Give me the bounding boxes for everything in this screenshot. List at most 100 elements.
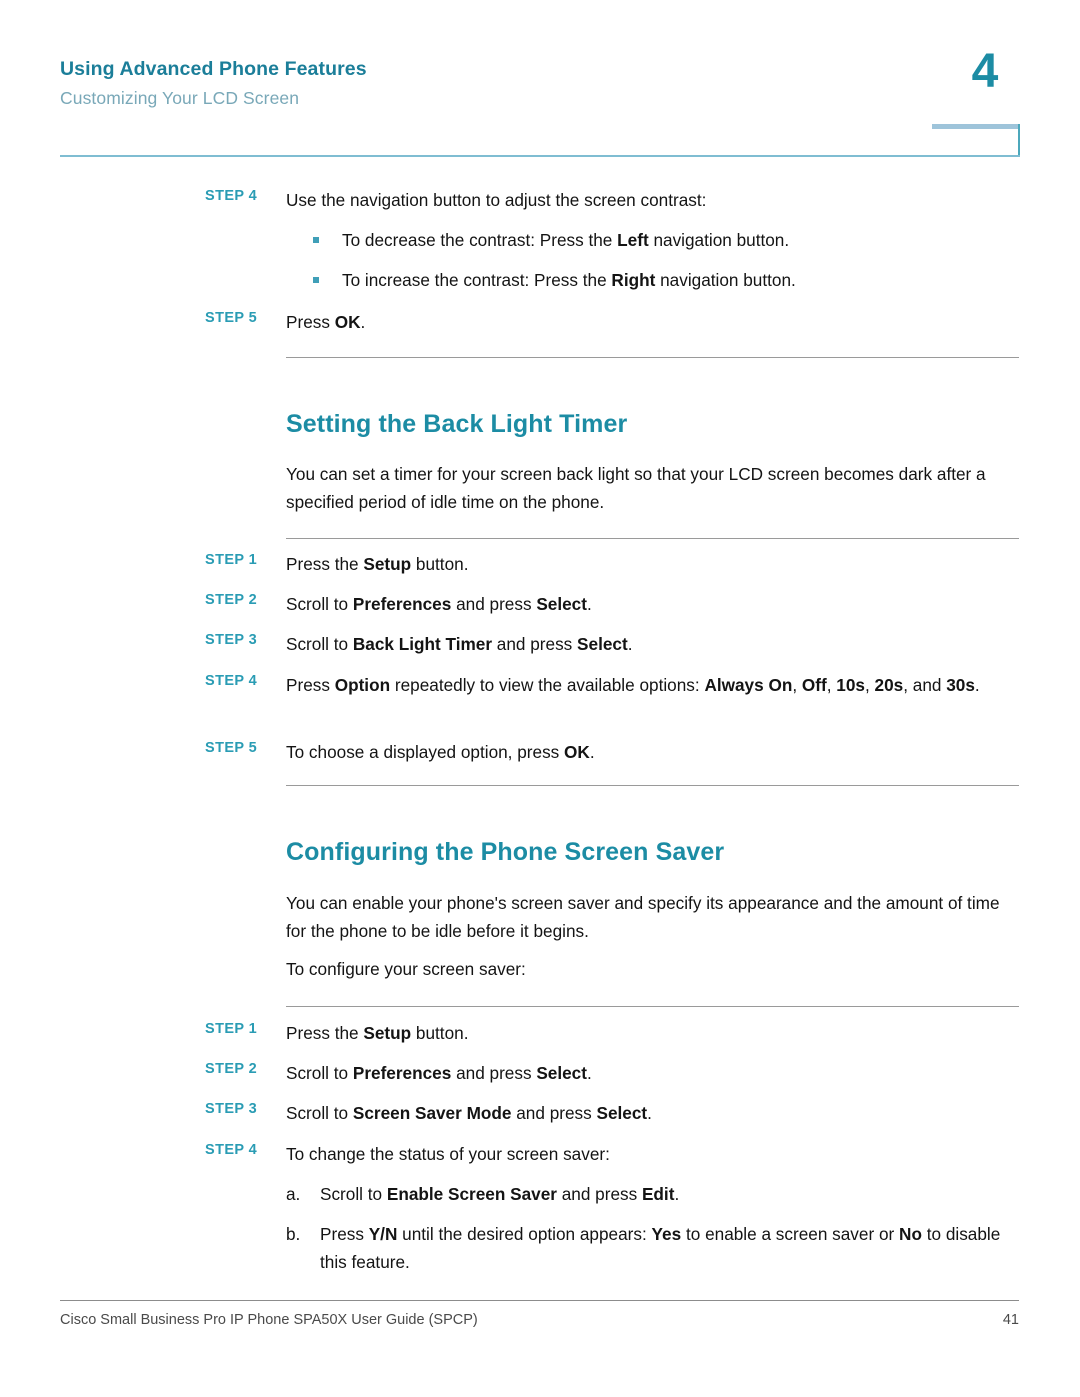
section-heading: Configuring the Phone Screen Saver <box>286 838 725 866</box>
step-text: Use the navigation button to adjust the … <box>286 186 1019 214</box>
section-divider <box>286 357 1019 358</box>
text-run-bold: Right <box>611 270 656 290</box>
step-label: STEP 5 <box>205 740 258 756</box>
text-run: To change the status of your screen save… <box>286 1144 610 1164</box>
footer-divider <box>60 1300 1019 1301</box>
text-run-bold: Yes <box>651 1224 682 1244</box>
list-item-text: Press Y/N until the desired option appea… <box>320 1220 1019 1276</box>
square-bullet-icon <box>313 277 319 283</box>
section-intro-paragraph: You can enable your phone's screen saver… <box>286 893 1000 941</box>
text-run: , <box>826 675 837 695</box>
text-run: Scroll to <box>286 1103 353 1123</box>
text-run: to enable a screen saver or <box>681 1224 900 1244</box>
text-run: To increase the contrast: Press the <box>342 270 612 290</box>
text-run: Scroll to <box>286 1063 353 1083</box>
text-run-bold: Select <box>577 634 628 654</box>
text-run-bold: Left <box>617 230 649 250</box>
text-run-bold: 30s <box>946 675 975 695</box>
text-run-bold: Preferences <box>352 594 452 614</box>
text-run-bold: OK <box>334 312 361 332</box>
text-run: . <box>360 312 366 332</box>
text-run: and press <box>556 1184 642 1204</box>
text-run-bold: No <box>899 1224 922 1244</box>
step-text: Press the Setup button. <box>286 550 1019 578</box>
header-vertical-rule <box>1018 124 1020 157</box>
text-run-bold: Select <box>536 1063 587 1083</box>
text-run-bold: Enable Screen Saver <box>386 1184 557 1204</box>
text-run: navigation button. <box>655 270 796 290</box>
square-bullet-icon <box>313 237 319 243</box>
step-label: STEP 2 <box>205 592 258 608</box>
text-run: . <box>586 594 592 614</box>
text-run-bold: Screen Saver Mode <box>352 1103 512 1123</box>
text-run: Scroll to <box>286 634 353 654</box>
text-run: . <box>627 634 633 654</box>
text-run: button. <box>411 1023 469 1043</box>
text-run: navigation button. <box>648 230 790 250</box>
text-run-bold: 20s <box>874 675 904 695</box>
text-run: and press <box>492 634 578 654</box>
text-run: and press <box>451 1063 537 1083</box>
step-label: STEP 1 <box>205 1021 258 1037</box>
text-run: Press the <box>286 554 364 574</box>
footer-page-number: 41 <box>1002 1312 1019 1328</box>
section-divider <box>286 538 1019 539</box>
list-item-text: Scroll to Enable Screen Saver and press … <box>320 1180 1019 1208</box>
step-text: Scroll to Preferences and press Select. <box>286 590 1019 618</box>
text-run: Press <box>320 1224 369 1244</box>
text-run: , <box>792 675 802 695</box>
text-run: Press the <box>286 1023 364 1043</box>
text-run: Scroll to <box>286 594 353 614</box>
step-text: Press OK. <box>286 308 1019 336</box>
step-label: STEP 2 <box>205 1061 258 1077</box>
text-run-bold: Setup <box>363 554 412 574</box>
page-header: Using Advanced Phone Features Customizin… <box>0 0 1080 160</box>
text-run: . <box>586 1063 592 1083</box>
footer-document-title: Cisco Small Business Pro IP Phone SPA50X… <box>60 1312 478 1328</box>
header-tab-bar <box>932 124 1020 129</box>
text-run: To decrease the contrast: Press the <box>342 230 618 250</box>
section-heading: Setting the Back Light Timer <box>286 410 628 438</box>
text-run-bold: Always On <box>704 675 793 695</box>
text-run: To choose a displayed option, press <box>286 742 565 762</box>
text-run: , and <box>903 675 947 695</box>
step-label: STEP 1 <box>205 552 258 568</box>
step-label: STEP 3 <box>205 1101 258 1117</box>
section-divider <box>286 785 1019 786</box>
text-run: , <box>864 675 875 695</box>
step-text: To choose a displayed option, press OK. <box>286 738 1019 766</box>
step-label: STEP 4 <box>205 1142 258 1158</box>
chapter-number: 4 <box>971 45 999 98</box>
step-text: Scroll to Screen Saver Mode and press Se… <box>286 1099 1019 1127</box>
text-run: . <box>647 1103 652 1123</box>
header-horizontal-rule <box>60 155 1020 157</box>
header-section-subtitle: Customizing Your LCD Screen <box>60 88 300 108</box>
step-text-run: Use the navigation button to adjust the … <box>286 190 707 210</box>
text-run-bold: Select <box>596 1103 648 1123</box>
text-run-bold: Select <box>536 594 587 614</box>
step-text: Press Option repeatedly to view the avai… <box>286 671 1019 699</box>
text-run: button. <box>411 554 469 574</box>
text-run-bold: OK <box>564 742 590 762</box>
header-chapter-title: Using Advanced Phone Features <box>60 58 367 80</box>
step-text: Scroll to Back Light Timer and press Sel… <box>286 630 1019 658</box>
text-run-bold: Preferences <box>352 1063 452 1083</box>
text-run: and press <box>511 1103 597 1123</box>
list-item-marker: b. <box>286 1224 301 1244</box>
step-text: Press the Setup button. <box>286 1019 1019 1047</box>
step-label: STEP 3 <box>205 632 258 648</box>
section-divider <box>286 1006 1019 1007</box>
step-label: STEP 5 <box>205 310 258 326</box>
text-run: and press <box>451 594 537 614</box>
list-item-text: To increase the contrast: Press the Righ… <box>342 266 1019 294</box>
text-run-bold: Back Light Timer <box>352 634 493 654</box>
text-run: repeatedly to view the available options… <box>390 675 705 695</box>
step-text: To change the status of your screen save… <box>286 1140 1019 1168</box>
text-run: . <box>674 1184 680 1204</box>
section-lead-in: To configure your screen saver: <box>286 959 526 979</box>
text-run-bold: Setup <box>363 1023 412 1043</box>
text-run: Scroll to <box>320 1184 387 1204</box>
section-intro-paragraph: You can set a timer for your screen back… <box>286 464 986 512</box>
text-run: Press <box>286 312 335 332</box>
list-item-text: To decrease the contrast: Press the Left… <box>342 226 1019 254</box>
